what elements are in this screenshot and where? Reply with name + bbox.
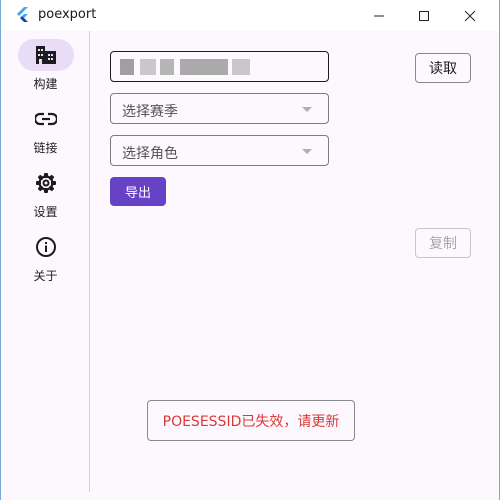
redacted-text [232, 59, 250, 75]
info-icon [35, 237, 56, 257]
maximize-button[interactable] [401, 0, 447, 31]
copy-button[interactable]: 复制 [415, 228, 471, 258]
minimize-icon [374, 15, 384, 16]
chevron-down-icon [302, 107, 312, 112]
minimize-button[interactable] [356, 0, 402, 31]
link-icon [34, 112, 57, 126]
nav-item-label: 构建 [33, 77, 58, 91]
nav-item-build[interactable]: 构建 [1, 39, 90, 97]
nav-item-label: 链接 [33, 141, 58, 155]
nav-item-about[interactable]: 关于 [1, 231, 90, 289]
nav-item-label: 关于 [33, 269, 58, 283]
season-select-placeholder: 选择赛季 [122, 104, 178, 120]
nav-item-settings[interactable]: 设置 [1, 167, 90, 225]
nav-item-label: 设置 [33, 205, 58, 219]
redacted-text [180, 59, 228, 75]
nav-active-indicator [17, 39, 74, 71]
redacted-text [120, 59, 134, 75]
character-select[interactable]: 选择角色 [110, 135, 329, 166]
navigation-rail: 构建 链接 设置 关于 [1, 31, 90, 492]
maximize-icon [419, 10, 429, 21]
redacted-text [160, 59, 174, 75]
title-bar[interactable]: poexport [1, 0, 499, 31]
nav-pill [18, 103, 74, 135]
error-toast: POESESSID已失效，请更新 [147, 400, 355, 441]
poesessid-input[interactable] [110, 51, 329, 82]
nav-pill [18, 167, 74, 199]
nav-pill [18, 231, 74, 263]
read-button[interactable]: 读取 [415, 53, 471, 83]
flutter-logo-icon [17, 7, 28, 22]
building-icon [35, 46, 56, 64]
character-select-placeholder: 选择角色 [122, 146, 178, 162]
export-button[interactable]: 导出 [110, 177, 166, 206]
redacted-text [140, 59, 156, 75]
gear-icon [35, 173, 56, 193]
close-icon [464, 10, 476, 21]
chevron-down-icon [302, 149, 312, 154]
nav-item-link[interactable]: 链接 [1, 103, 90, 161]
window-title: poexport [38, 7, 97, 22]
season-select[interactable]: 选择赛季 [110, 93, 329, 124]
app-window: poexport 构建 链接 设置 关于 选择赛季 选择角色 导出 读取 复制 … [0, 0, 500, 500]
close-button[interactable] [447, 0, 493, 31]
